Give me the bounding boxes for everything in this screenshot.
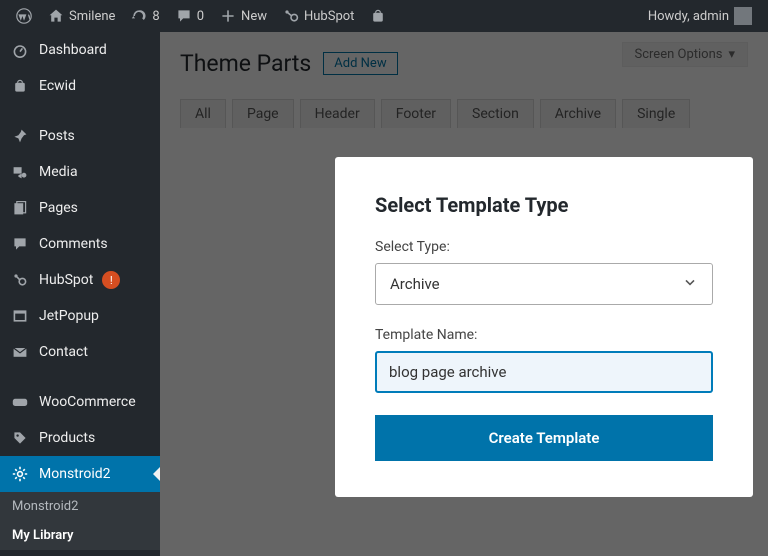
sidebar-item-comments[interactable]: Comments — [0, 226, 160, 262]
sidebar-item-pages[interactable]: Pages — [0, 190, 160, 226]
sidebar-item-products[interactable]: Products — [0, 420, 160, 456]
sidebar-label: Comments — [39, 236, 108, 252]
avatar-icon — [734, 7, 752, 25]
template-name-input[interactable] — [375, 351, 713, 393]
home-icon — [48, 8, 64, 24]
sidebar-label: JetPopup — [39, 308, 99, 324]
create-template-button[interactable]: Create Template — [375, 415, 713, 461]
badge: ! — [102, 271, 120, 289]
sidebar-item-ecwid[interactable]: Ecwid — [0, 68, 160, 104]
sidebar-item-contact[interactable]: Contact — [0, 334, 160, 370]
hubspot-icon — [10, 270, 30, 290]
sidebar-item-monstroid2[interactable]: Monstroid2 — [0, 456, 160, 492]
gear-icon — [10, 464, 30, 484]
type-label: Select Type: — [375, 239, 713, 255]
ecwid-toolbar[interactable] — [362, 0, 394, 32]
site-link[interactable]: Smilene — [40, 0, 123, 32]
submenu-item[interactable]: My Library — [0, 521, 160, 550]
media-icon — [10, 162, 30, 182]
new-label: New — [241, 9, 267, 24]
sidebar-item-woocommerce[interactable]: WooCommerce — [0, 384, 160, 420]
submenu: Monstroid2My Library — [0, 492, 160, 550]
sidebar-item-media[interactable]: Media — [0, 154, 160, 190]
sidebar-label: WooCommerce — [39, 394, 136, 410]
name-label: Template Name: — [375, 327, 713, 343]
bag-icon — [370, 8, 386, 24]
chevron-down-icon — [682, 274, 698, 294]
cart-icon — [10, 76, 30, 96]
account-link[interactable]: Howdy, admin — [640, 0, 760, 32]
content-area: Screen Options▾ Theme Parts Add New AllP… — [160, 32, 768, 556]
sidebar-label: Contact — [39, 344, 88, 360]
hubspot-label: HubSpot — [304, 9, 354, 24]
product-icon — [10, 428, 30, 448]
plus-icon — [220, 8, 236, 24]
comment-icon — [176, 8, 192, 24]
admin-sidebar: Dashboard Ecwid Posts Media Pages Comments Hub… — [0, 32, 160, 556]
sidebar-label: Ecwid — [39, 78, 76, 94]
sidebar-label: Pages — [39, 200, 78, 216]
new-link[interactable]: New — [212, 0, 275, 32]
sidebar-label: Posts — [39, 128, 75, 144]
comment-icon — [10, 234, 30, 254]
site-name: Smilene — [69, 9, 115, 24]
refresh-icon — [131, 8, 147, 24]
template-modal: Select Template Type Select Type: Archiv… — [335, 157, 753, 497]
sidebar-item-jetpopup[interactable]: JetPopup — [0, 298, 160, 334]
page-icon — [10, 198, 30, 218]
hubspot-link[interactable]: HubSpot — [275, 0, 362, 32]
sidebar-item-dashboard[interactable]: Dashboard — [0, 32, 160, 68]
sidebar-label: Media — [39, 164, 78, 180]
submenu-item[interactable]: Monstroid2 — [0, 492, 160, 521]
sidebar-label: Dashboard — [39, 42, 107, 58]
type-value: Archive — [390, 275, 440, 293]
sidebar-item-posts[interactable]: Posts — [0, 118, 160, 154]
comments-link[interactable]: 0 — [168, 0, 212, 32]
wordpress-icon — [16, 8, 32, 24]
wp-logo[interactable] — [8, 0, 40, 32]
sidebar-label: Monstroid2 — [39, 466, 111, 482]
updates-count: 8 — [152, 9, 159, 24]
comments-count: 0 — [197, 9, 204, 24]
hubspot-icon — [283, 8, 299, 24]
dashboard-icon — [10, 40, 30, 60]
modal-title: Select Template Type — [375, 193, 713, 217]
popup-icon — [10, 306, 30, 326]
woo-icon — [10, 392, 30, 412]
admin-toolbar: Smilene 8 0 New HubSpot Howdy, admin — [0, 0, 768, 32]
sidebar-label: Products — [39, 430, 95, 446]
updates-link[interactable]: 8 — [123, 0, 167, 32]
sidebar-label: HubSpot — [39, 272, 93, 288]
pin-icon — [10, 126, 30, 146]
type-select[interactable]: Archive — [375, 263, 713, 305]
sidebar-item-hubspot[interactable]: HubSpot! — [0, 262, 160, 298]
mail-icon — [10, 342, 30, 362]
howdy-text: Howdy, admin — [648, 9, 729, 24]
